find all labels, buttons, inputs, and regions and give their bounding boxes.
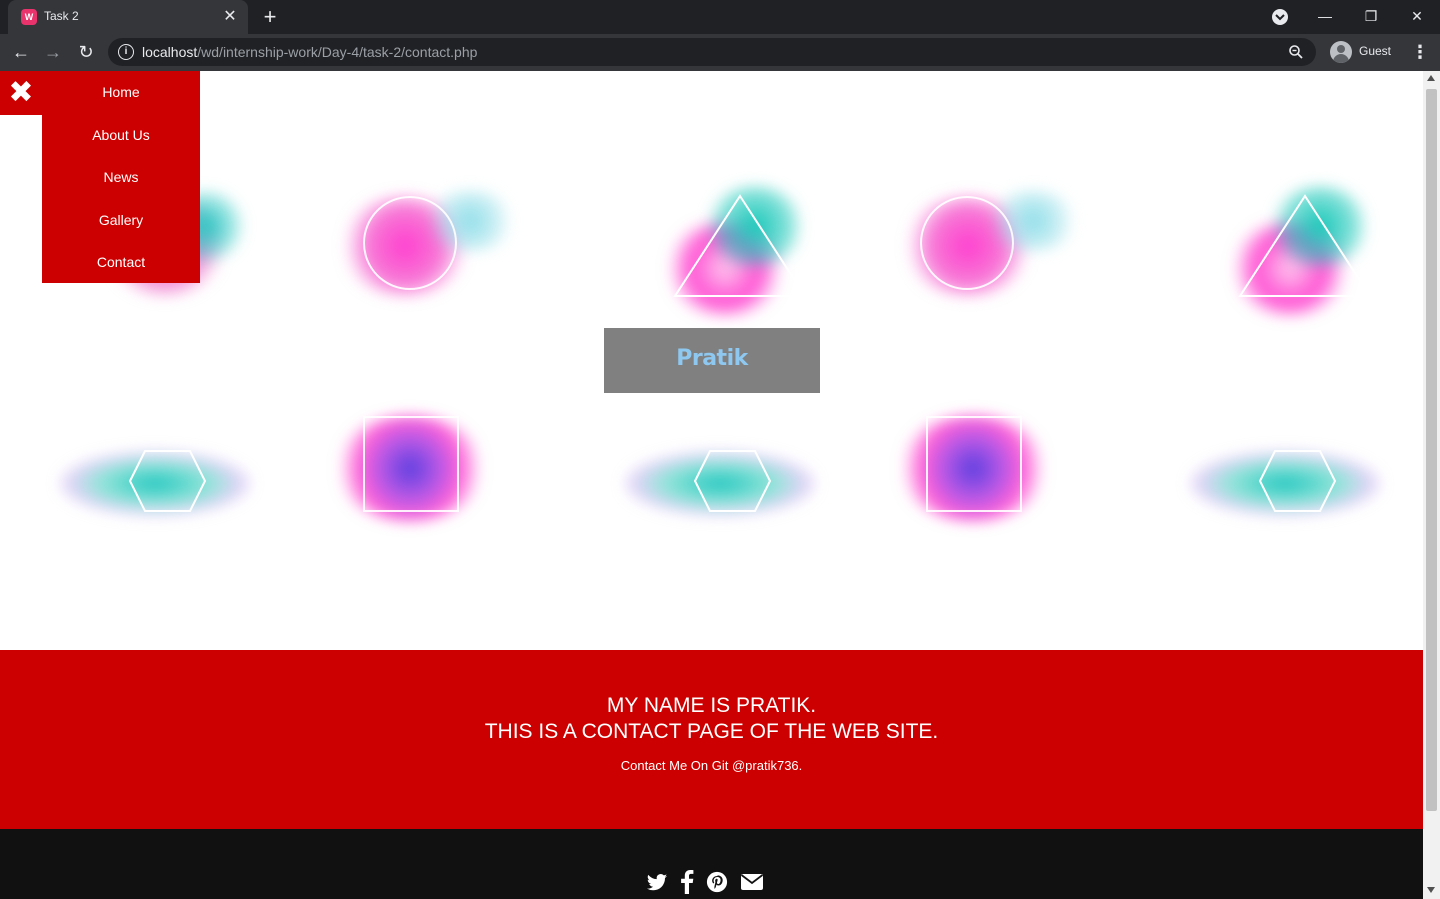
menu-close-icon[interactable]: ✖ [0,71,42,115]
restore-icon[interactable]: ❐ [1356,4,1386,28]
page-viewport: ✖ Home About Us News Gallery Contact Pra… [0,71,1423,899]
forward-icon[interactable]: → [41,40,65,64]
menu-item-home[interactable]: Home [42,84,200,100]
browser-tab[interactable]: W Task 2 ✕ [8,0,248,34]
scroll-up-icon[interactable] [1427,75,1435,81]
facebook-icon[interactable] [680,870,694,894]
envelope-icon[interactable] [740,870,764,894]
profile-label: Guest [1359,44,1392,58]
watercolor-triangle-image [650,176,830,321]
watercolor-circle-image [888,181,1078,311]
watercolor-triangle-image [1215,176,1395,321]
banner-contact-text: Contact Me On Git @pratik736. [620,758,803,773]
menu-item-news[interactable]: News [42,169,200,185]
tab-title: Task 2 [44,9,79,23]
watercolor-hexagon-image [1170,426,1400,536]
site-info-icon[interactable]: i [118,44,134,60]
watercolor-circle-image [325,181,515,311]
browser-menu-icon[interactable]: ⋮ [1408,40,1432,64]
menu-item-gallery[interactable]: Gallery [42,212,200,228]
social-footer [0,829,1423,899]
twitter-icon[interactable] [646,870,668,894]
new-tab-icon[interactable]: + [258,5,282,29]
back-icon[interactable]: ← [9,40,33,64]
tab-search-icon[interactable] [1272,9,1288,25]
zoom-icon[interactable] [1288,44,1304,60]
banner-subheading: THIS IS A CONTACT PAGE OF THE WEB SITE. [484,720,939,743]
vertical-scrollbar[interactable] [1423,71,1440,899]
avatar-icon [1330,41,1352,63]
minimize-icon[interactable]: — [1310,4,1340,28]
scroll-down-icon[interactable] [1427,887,1435,893]
address-bar[interactable]: i localhost/wd/internship-work/Day-4/tas… [108,38,1316,66]
browser-toolbar: ← → ↻ i localhost/wd/internship-work/Day… [0,34,1440,71]
url-host: localhost [142,44,198,60]
watercolor-hexagon-image [40,426,270,536]
reload-icon[interactable]: ↻ [74,40,98,64]
watercolor-square-image [325,406,495,526]
watercolor-hexagon-image [605,426,835,536]
logo-text: Pratik [676,346,748,371]
url-path: /wd/internship-work/Day-4/task-2/contact… [197,44,478,60]
pinterest-icon[interactable] [706,870,728,894]
watercolor-square-image [888,406,1058,526]
browser-tab-strip: W Task 2 ✕ + — ❐ ✕ [0,0,1440,34]
menu-item-about-us[interactable]: About Us [42,127,200,143]
side-menu: Home About Us News Gallery Contact [42,71,200,283]
tab-favicon-icon: W [21,9,37,25]
logo-box: Pratik [604,328,820,393]
tab-close-icon[interactable]: ✕ [220,7,240,27]
banner-heading: MY NAME IS PRATIK. [606,694,817,717]
scroll-thumb[interactable] [1426,89,1437,811]
profile-button[interactable]: Guest [1327,38,1397,66]
url-text[interactable]: localhost/wd/internship-work/Day-4/task-… [142,44,477,60]
window-close-icon[interactable]: ✕ [1402,4,1432,28]
menu-item-contact[interactable]: Contact [42,254,200,270]
contact-banner: MY NAME IS PRATIK. THIS IS A CONTACT PAG… [0,650,1423,829]
